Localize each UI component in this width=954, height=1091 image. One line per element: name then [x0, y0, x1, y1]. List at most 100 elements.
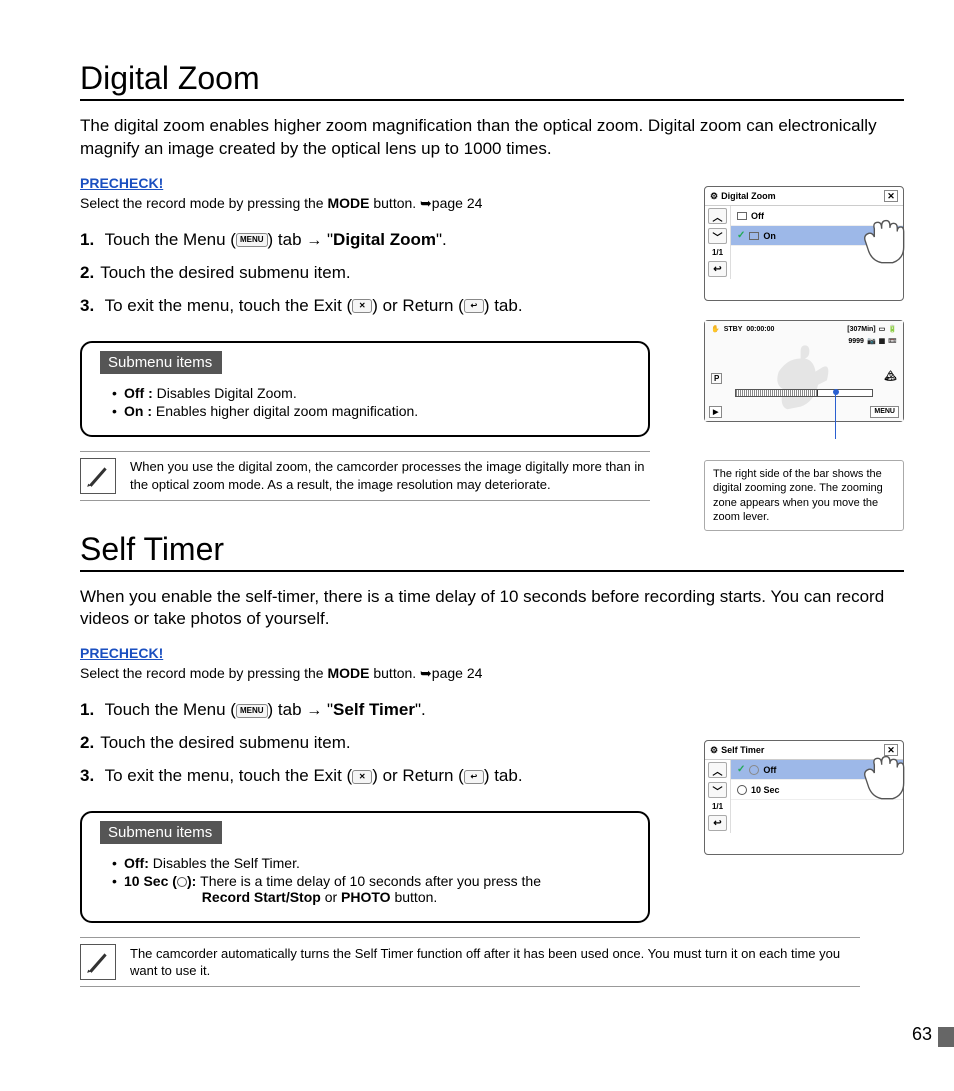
sub2b-bold2: PHOTO: [341, 889, 391, 905]
q-open-b: ": [322, 700, 333, 719]
precheck-bold-2: MODE: [327, 665, 369, 681]
step3-mid: ) or Return (: [372, 296, 464, 315]
lcd-close-icon: ✕: [884, 190, 898, 202]
photo-mode-icon: P: [711, 373, 722, 384]
zoom-marker-line: [835, 391, 836, 439]
lcd2-count: 9999: [848, 338, 864, 345]
q-open: ": [322, 230, 333, 249]
precheck-text-2: Select the record mode by pressing the M…: [80, 665, 650, 682]
precheck-pre-1: Select the record mode by pressing the: [80, 195, 327, 211]
lcd3-off: Off: [763, 765, 776, 775]
precheck-post-2: button. ➥page 24: [369, 665, 482, 681]
lcd2-remain: [307Min]: [847, 326, 875, 333]
step1-pre: Touch the Menu (: [105, 230, 236, 249]
lcd-down-icon: ﹀: [708, 228, 727, 244]
zoom-marker-dot: [833, 389, 839, 395]
precheck-text-1: Select the record mode by pressing the M…: [80, 195, 650, 212]
zoom-bar: [735, 389, 873, 397]
step2b: Touch the desired submenu item.: [100, 733, 350, 752]
note-row-1: When you use the digital zoom, the camco…: [80, 451, 650, 501]
sub1-b: Off :: [124, 385, 153, 401]
sub1b-t: Disables the Self Timer.: [149, 855, 300, 871]
play-icon: ▶: [709, 406, 722, 418]
submenu-box-1: Submenu items Off : Disables Digital Zoo…: [80, 341, 650, 437]
timer-10-icon: [737, 785, 747, 795]
sub2b-t: ):: [187, 873, 200, 889]
lcd2-time: 00:00:00: [746, 326, 774, 333]
lcd-return-icon: ↩: [708, 261, 727, 277]
step1-mid: ) tab: [268, 230, 307, 249]
timer-icon: [177, 877, 187, 887]
submenu-title-2: Submenu items: [100, 821, 222, 844]
zoom-caption: The right side of the bar shows the digi…: [704, 460, 904, 531]
note-icon: [80, 458, 116, 494]
precheck-post-1: button. ➥page 24: [369, 195, 482, 211]
sub2b-or: or: [321, 889, 341, 905]
note-row-2: The camcorder automatically turns the Se…: [80, 937, 860, 987]
lcd3-page: 1/1: [705, 800, 730, 813]
lcd3-title: Self Timer: [721, 745, 764, 755]
page-number: 63: [912, 1024, 932, 1045]
lcd-return-icon: ↩: [708, 815, 727, 831]
menu-icon: MENU: [236, 233, 268, 247]
precheck-label-2: PRECHECK!: [80, 645, 650, 661]
silhouette-image: [760, 341, 850, 411]
sub2-t: Enables higher digital zoom magnificatio…: [152, 403, 418, 419]
lcd-self-timer-menu: ⚙Self Timer ✕ ︿ ﹀ 1/1 ↩ ✓Off 10 Sec: [704, 740, 904, 855]
step1b-pre: Touch the Menu (: [105, 700, 236, 719]
note-icon: [80, 944, 116, 980]
zoom-on-icon: [749, 232, 759, 240]
sub1-t: Disables Digital Zoom.: [153, 385, 297, 401]
note-text-1: When you use the digital zoom, the camco…: [130, 458, 650, 493]
lcd-up-icon: ︿: [708, 762, 727, 778]
precheck-pre-2: Select the record mode by pressing the: [80, 665, 327, 681]
steps-list-2: 1. Touch the Menu (MENU) tab → "Self Tim…: [80, 696, 650, 791]
lcd1-title: Digital Zoom: [721, 191, 776, 201]
steps-list-1: 1. Touch the Menu (MENU) tab → "Digital …: [80, 226, 650, 321]
lcd-digital-zoom-menu: ⚙Digital Zoom ✕ ︿ ﹀ 1/1 ↩ Off ✓On: [704, 186, 904, 301]
zoom-off-icon: [737, 212, 747, 220]
timer-off-icon: [749, 765, 759, 775]
q-close: ".: [436, 230, 447, 249]
check-icon: ✓: [737, 230, 745, 241]
return-icon: ↩: [464, 770, 484, 784]
sub2b-bold1: Record Start/Stop: [202, 889, 321, 905]
lcd-close-icon: ✕: [884, 744, 898, 756]
precheck-label-1: PRECHECK!: [80, 175, 650, 191]
lcd1-off: Off: [751, 211, 764, 221]
menu-button-icon: MENU: [870, 406, 899, 418]
sub2b-desc: There is a time delay of 10 seconds afte…: [200, 873, 541, 889]
step3-post: ) tab.: [484, 296, 523, 315]
step1b-mid: ) tab: [268, 700, 307, 719]
submenu-title-1: Submenu items: [100, 351, 222, 374]
intro-text-2: When you enable the self-timer, there is…: [80, 586, 904, 632]
step2: Touch the desired submenu item.: [100, 263, 350, 282]
landscape-icon: 🏔: [884, 371, 897, 382]
heading-digital-zoom: Digital Zoom: [80, 60, 904, 101]
step3b-mid: ) or Return (: [372, 766, 464, 785]
menu-icon: MENU: [236, 704, 268, 718]
sub2-b: On :: [124, 403, 152, 419]
page-edge-decoration: [938, 1027, 954, 1047]
return-icon: ↩: [464, 299, 484, 313]
submenu-box-2: Submenu items Off: Disables the Self Tim…: [80, 811, 650, 923]
note-text-2: The camcorder automatically turns the Se…: [130, 945, 860, 980]
precheck-bold-1: MODE: [327, 195, 369, 211]
lcd3-ten: 10 Sec: [751, 785, 780, 795]
arrow-icon: →: [306, 232, 322, 249]
step1-bold: Digital Zoom: [333, 230, 436, 249]
arrow-icon: →: [306, 702, 322, 719]
step3b-pre: To exit the menu, touch the Exit (: [105, 766, 353, 785]
step1b-bold: Self Timer: [333, 700, 415, 719]
sub2b-b: 10 Sec (: [124, 873, 177, 889]
check-icon: ✓: [737, 764, 745, 775]
exit-icon: ✕: [352, 770, 372, 784]
step3b-post: ) tab.: [484, 766, 523, 785]
lcd2-stby: STBY: [724, 326, 743, 333]
sub1b-b: Off:: [124, 855, 149, 871]
lcd-down-icon: ﹀: [708, 782, 727, 798]
lcd1-on: On: [763, 231, 776, 241]
sub2b-end: button.: [391, 889, 438, 905]
intro-text-1: The digital zoom enables higher zoom mag…: [80, 115, 904, 161]
lcd1-page: 1/1: [705, 246, 730, 259]
